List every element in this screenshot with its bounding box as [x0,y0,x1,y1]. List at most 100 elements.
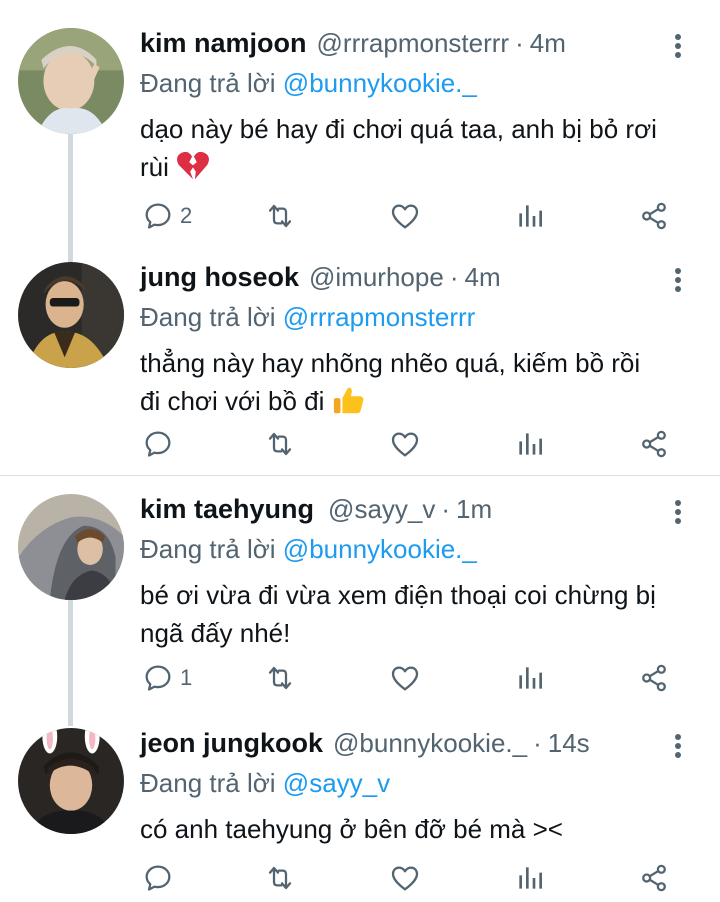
replying-to: Đang trả lời @bunnykookie._ [140,68,477,99]
conversation-divider [0,475,720,476]
share-button[interactable] [638,858,670,898]
more-icon[interactable] [668,266,688,296]
tweet-text-line: thẳng này hay nhõng nhẽo quá, kiếm bồ rồ… [140,348,641,378]
reply-count: 2 [180,203,193,228]
timestamp[interactable]: 14s [548,728,590,759]
user-handle[interactable]: @sayy_v [328,494,435,525]
retweet-button[interactable] [264,658,296,698]
avatar[interactable] [18,728,124,834]
reply-icon [145,865,171,891]
timestamp[interactable]: 1m [456,494,492,525]
display-name[interactable]: jeon jungkook [140,728,323,759]
replying-to: Đang trả lời @bunnykookie._ [140,534,477,565]
retweet-icon [268,866,292,890]
reply-button[interactable]: 2 [142,196,192,236]
views-button[interactable] [514,196,546,236]
like-icon [391,666,419,691]
reply-icon [145,665,171,691]
retweet-button[interactable] [264,196,296,236]
tweet-text-line: đi chơi với bồ đi [140,386,325,416]
user-handle[interactable]: @bunnykookie._ [333,728,527,759]
separator: · [449,262,459,292]
retweet-button[interactable] [264,858,296,898]
replying-to: Đang trả lời @rrrapmonsterrr [140,302,475,333]
broken-heart-emoji [176,150,210,182]
like-icon [391,866,419,891]
tweet-header: jeon jungkook @bunnykookie._ · 14s [140,728,590,764]
user-handle[interactable]: @rrrapmonsterrr [317,28,510,59]
tweet-text: thẳng này hay nhõng nhẽo quá, kiếm bồ rồ… [140,344,700,420]
share-button[interactable] [638,196,670,236]
more-icon[interactable] [668,32,688,62]
display-name[interactable]: jung hoseok [140,262,299,293]
reply-prefix: Đang trả lời [140,534,276,564]
tweet-header: kim namjoon @rrrapmonsterrr · 4m [140,28,566,64]
separator: · [533,728,542,758]
avatar-photo [18,28,124,134]
tweet-text: bé ơi vừa đi vừa xem điện thoại coi chừn… [140,576,700,652]
mention-link[interactable]: @rrrapmonsterrr [283,302,476,332]
separator: · [441,494,451,524]
replying-to: Đang trả lời @sayy_v [140,768,390,799]
more-icon[interactable] [668,498,688,528]
views-button[interactable] [514,658,546,698]
separator: · [515,28,524,58]
views-icon [519,433,542,455]
timestamp[interactable]: 4m [464,262,500,293]
mention-link[interactable]: @bunnykookie._ [283,534,477,564]
views-icon [519,867,542,889]
more-icon[interactable] [668,732,688,762]
tweet-text-line: rùi [140,152,169,182]
tweet-text: dạo này bé hay đi chơi quá taa, anh bị b… [140,110,700,186]
tweet-card[interactable]: kim taehyung @sayy_v · 1m Đang trả lời @… [0,494,720,704]
user-handle[interactable]: @imurhope [309,262,444,293]
display-name[interactable]: kim taehyung [140,494,314,525]
tweet-card[interactable]: kim namjoon @rrrapmonsterrr · 4m Đang tr… [0,28,720,238]
reply-icon [145,431,171,457]
tweet-text-line: có anh taehyung ở bên đỡ bé mà >< [140,814,563,844]
action-bar: 1 [0,658,720,698]
avatar-photo [18,494,124,600]
share-icon [642,864,666,892]
avatar[interactable] [18,494,124,600]
retweet-icon [268,432,292,456]
views-icon [519,667,542,689]
action-bar [0,424,720,464]
retweet-icon [268,204,292,228]
views-button[interactable] [514,424,546,464]
share-button[interactable] [638,424,670,464]
views-icon [519,205,542,227]
reply-prefix: Đang trả lời [140,302,276,332]
reply-button[interactable] [142,858,180,898]
tweet-card[interactable]: jeon jungkook @bunnykookie._ · 14s Đang … [0,728,720,902]
like-button[interactable] [389,196,421,236]
reply-icon [145,203,171,229]
reply-prefix: Đang trả lời [140,768,276,798]
avatar[interactable] [18,262,124,368]
avatar[interactable] [18,28,124,134]
tweet-text: có anh taehyung ở bên đỡ bé mà >< [140,810,700,848]
tweet-header: kim taehyung @sayy_v · 1m [140,494,492,530]
views-button[interactable] [514,858,546,898]
retweet-icon [268,666,292,690]
reply-button[interactable] [142,424,180,464]
like-button[interactable] [389,858,421,898]
like-button[interactable] [389,658,421,698]
share-button[interactable] [638,658,670,698]
tweet-card[interactable]: jung hoseok @imurhope · 4m Đang trả lời … [0,262,720,472]
mention-link[interactable]: @bunnykookie._ [283,68,477,98]
reply-prefix: Đang trả lời [140,68,276,98]
reply-count: 1 [180,665,193,690]
display-name[interactable]: kim namjoon [140,28,307,59]
tweet-text-line: ngã đấy nhé! [140,618,291,648]
like-button[interactable] [389,424,421,464]
retweet-button[interactable] [264,424,296,464]
tweet-header: jung hoseok @imurhope · 4m [140,262,501,298]
mention-link[interactable]: @sayy_v [283,768,390,798]
reply-button[interactable]: 1 [142,658,192,698]
tweet-text-line: dạo này bé hay đi chơi quá taa, anh bị b… [140,114,657,144]
thumbs-up-emoji [332,384,366,416]
like-icon [391,204,419,229]
share-icon [642,202,666,230]
timestamp[interactable]: 4m [530,28,566,59]
